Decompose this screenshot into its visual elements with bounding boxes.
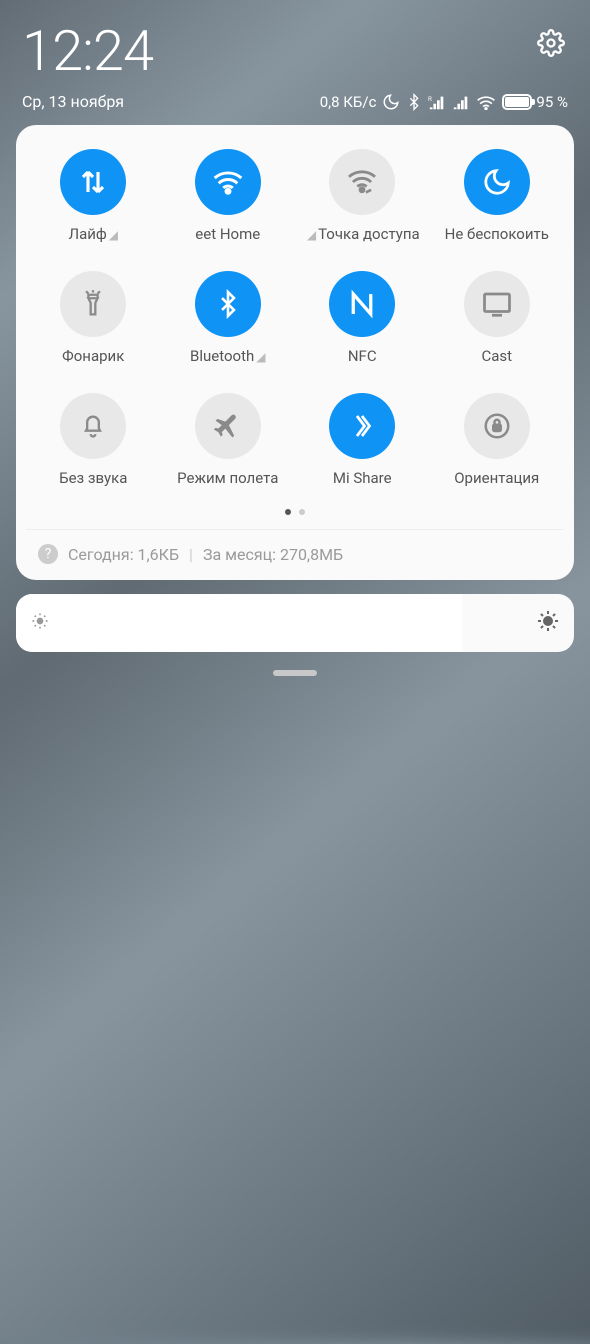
status-bar: 0,8 КБ/с R 95 % bbox=[320, 93, 568, 111]
tile-orientation[interactable]: Ориентация bbox=[430, 393, 565, 487]
moon-icon bbox=[382, 93, 400, 111]
tile-dnd[interactable]: Не беспокоить bbox=[430, 149, 565, 243]
moon-icon bbox=[482, 167, 512, 197]
page-dot bbox=[299, 509, 305, 515]
tile-flashlight[interactable]: Фонарик bbox=[26, 271, 161, 365]
tile-airplane[interactable]: Режим полета bbox=[161, 393, 296, 487]
settings-button[interactable] bbox=[534, 26, 568, 60]
tile-label: Режим полета bbox=[177, 469, 278, 487]
wifi-icon bbox=[476, 94, 496, 110]
tile-label: Фонарик bbox=[62, 347, 124, 365]
cast-icon bbox=[482, 291, 512, 317]
date: Ср, 13 ноября bbox=[22, 92, 124, 111]
tile-label: Ориентация bbox=[454, 469, 539, 487]
signal-icon: R bbox=[428, 94, 446, 110]
page-dot-active bbox=[285, 509, 291, 515]
battery-indicator: 95 % bbox=[502, 93, 568, 111]
signal-icon-2 bbox=[452, 94, 470, 110]
bluetooth-icon bbox=[215, 289, 241, 319]
tile-mute[interactable]: Без звука bbox=[26, 393, 161, 487]
tile-label: Bluetooth bbox=[190, 347, 254, 365]
tile-wifi[interactable]: eet Home bbox=[161, 149, 296, 243]
tile-label: Лайф bbox=[68, 225, 106, 243]
tile-label: Не беспокоить bbox=[445, 225, 549, 243]
tile-label: Точка доступа bbox=[318, 225, 420, 243]
info-icon: ? bbox=[38, 544, 58, 564]
airplane-icon bbox=[213, 411, 243, 441]
gear-icon bbox=[537, 29, 565, 57]
tile-label: Mi Share bbox=[333, 469, 392, 487]
flashlight-icon bbox=[79, 289, 107, 319]
tile-mobile-data[interactable]: Лайф◢ bbox=[26, 149, 161, 243]
brightness-high-icon bbox=[536, 609, 560, 637]
brightness-low-icon bbox=[30, 611, 50, 635]
brightness-fill bbox=[16, 594, 462, 652]
tile-label: Без звука bbox=[59, 469, 127, 487]
data-usage-row[interactable]: ? Сегодня: 1,6КБ | За месяц: 270,8МБ bbox=[26, 529, 564, 566]
clock: 12:24 bbox=[22, 18, 153, 84]
bell-icon bbox=[79, 411, 107, 441]
mishare-icon bbox=[347, 411, 377, 441]
tile-nfc[interactable]: NFC bbox=[295, 271, 430, 365]
page-indicator bbox=[26, 509, 564, 515]
lock-rotation-icon bbox=[482, 411, 512, 441]
tile-label: eet Home bbox=[195, 225, 260, 243]
data-rate: 0,8 КБ/с bbox=[320, 93, 377, 111]
battery-percent: 95 % bbox=[536, 93, 568, 111]
hotspot-icon bbox=[346, 169, 378, 195]
notification-shade: 12:24 Ср, 13 ноября 0,8 КБ/с R 95 % bbox=[0, 0, 590, 111]
drag-handle[interactable] bbox=[273, 670, 317, 676]
quick-settings-panel: Лайф◢ eet Home ◢Точка доступа Не беспоко… bbox=[16, 125, 574, 580]
brightness-slider[interactable] bbox=[16, 594, 574, 652]
svg-text:R: R bbox=[428, 95, 432, 103]
data-arrows-icon bbox=[78, 167, 108, 197]
nfc-icon bbox=[347, 289, 377, 319]
tile-label: NFC bbox=[348, 347, 377, 365]
tile-mishare[interactable]: Mi Share bbox=[295, 393, 430, 487]
tile-label: Cast bbox=[481, 347, 512, 365]
bluetooth-icon bbox=[406, 93, 422, 111]
tile-bluetooth[interactable]: Bluetooth◢ bbox=[161, 271, 296, 365]
wifi-icon bbox=[212, 169, 244, 195]
tile-hotspot[interactable]: ◢Точка доступа bbox=[295, 149, 430, 243]
tile-cast[interactable]: Cast bbox=[430, 271, 565, 365]
